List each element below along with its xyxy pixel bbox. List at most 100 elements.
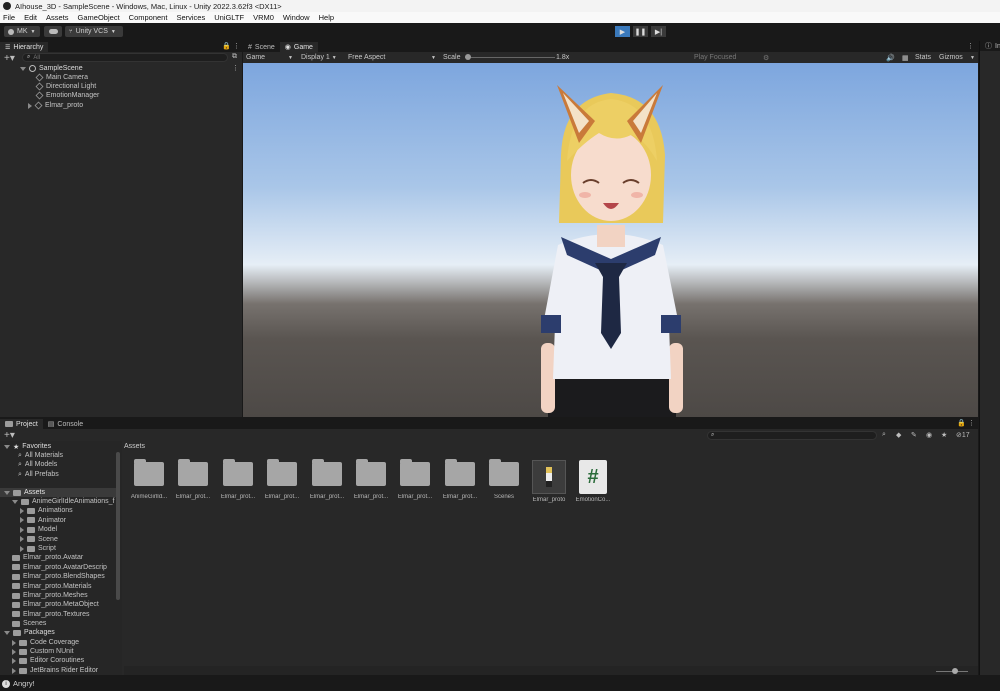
asset-folder[interactable]: AnimeGirlId... xyxy=(127,459,171,500)
tab-game[interactable]: ◉ Game xyxy=(279,42,318,52)
package-item[interactable]: Editor Coroutines xyxy=(12,656,84,665)
package-item[interactable]: Code Coverage xyxy=(12,638,79,647)
expand-arrow-icon[interactable] xyxy=(20,66,26,71)
menu-window[interactable]: Window xyxy=(283,13,310,22)
tab-scene[interactable]: # Scene xyxy=(243,42,280,52)
asset-folder-item[interactable]: Animations xyxy=(20,506,73,515)
star-icon[interactable]: ★ xyxy=(941,431,947,439)
expand-arrow-icon[interactable] xyxy=(4,444,10,449)
package-item[interactable]: Custom NUnit xyxy=(12,647,74,656)
asset-folder[interactable]: Elmar_prot... xyxy=(349,459,393,500)
game-mode-dropdown[interactable]: Game xyxy=(246,54,265,61)
asset-prefab[interactable]: Elmar_proto xyxy=(527,460,571,503)
display-dropdown[interactable]: Display 1 ▼ xyxy=(301,54,337,61)
favorite-item[interactable]: ⌕ All Materials xyxy=(18,451,63,460)
tree-scrollbar[interactable] xyxy=(116,452,120,600)
asset-folder-item[interactable]: Elmar_proto.Materials xyxy=(12,582,91,591)
filter-icon[interactable]: ⧉ xyxy=(232,53,237,61)
asset-folder-item[interactable]: Scene xyxy=(20,535,58,544)
scene-row[interactable]: SampleScene xyxy=(20,64,240,73)
label-filter-icon[interactable]: ◆ xyxy=(896,431,901,439)
tag-icon[interactable]: ✎ xyxy=(911,431,917,439)
account-dropdown[interactable]: MK ▼ xyxy=(4,26,40,37)
expand-arrow-icon[interactable] xyxy=(4,490,10,495)
asset-script[interactable]: # EmotionCo... xyxy=(571,460,615,503)
search-by-type-icon[interactable]: ⌕ xyxy=(882,431,886,439)
asset-folder[interactable]: Elmar_prot... xyxy=(393,459,437,500)
favorite-item[interactable]: ⌕ All Models xyxy=(18,460,57,469)
asset-folder-item[interactable]: Elmar_proto.BlendShapes xyxy=(12,572,105,581)
view-menu-icon[interactable]: ⋮ xyxy=(967,42,974,50)
cloud-button[interactable] xyxy=(44,26,62,37)
menu-services[interactable]: Services xyxy=(176,13,205,22)
expand-arrow-icon[interactable] xyxy=(20,545,24,552)
add-button[interactable]: +▾ xyxy=(4,53,15,64)
asset-folder-item[interactable]: Elmar_proto.Meshes xyxy=(12,591,88,600)
menu-gameobject[interactable]: GameObject xyxy=(78,13,120,22)
vcs-dropdown[interactable]: ⑂ Unity VCS ▼ xyxy=(65,26,123,37)
frame-debugger-icon[interactable]: ▦ xyxy=(902,54,909,62)
lock-icon[interactable]: 🔒 xyxy=(957,419,966,427)
aspect-dropdown[interactable]: Free Aspect xyxy=(348,54,385,61)
hierarchy-search-input[interactable]: ⌕ All xyxy=(22,53,228,62)
asset-folder-item[interactable]: Model xyxy=(20,525,57,534)
status-bar[interactable]: i Angry! xyxy=(0,676,1000,691)
zoom-slider-handle[interactable] xyxy=(952,668,958,674)
tab-project[interactable]: Project xyxy=(0,419,43,429)
audio-icon[interactable]: 🔊 xyxy=(886,54,895,62)
pause-button[interactable]: ❚❚ xyxy=(633,26,648,37)
expand-arrow-icon[interactable] xyxy=(12,499,18,504)
favorites-header[interactable]: ★ Favorites xyxy=(4,442,51,451)
breadcrumb[interactable]: Assets xyxy=(124,443,145,450)
menu-file[interactable]: File xyxy=(3,13,15,22)
menu-assets[interactable]: Assets xyxy=(46,13,69,22)
asset-folder-item[interactable]: AnimeGirlIdleAnimations_f xyxy=(12,497,114,506)
lock-icon[interactable]: 🔒 xyxy=(222,42,231,50)
expand-arrow-icon[interactable] xyxy=(28,102,32,109)
favorite-item[interactable]: ⌕ All Prefabs xyxy=(18,470,59,479)
scale-slider-handle[interactable] xyxy=(465,54,471,60)
menu-vrm0[interactable]: VRM0 xyxy=(253,13,274,22)
menu-help[interactable]: Help xyxy=(319,13,334,22)
scene-menu-icon[interactable]: ⋮ xyxy=(232,64,239,72)
asset-folder-item[interactable]: Scenes xyxy=(12,619,46,628)
hierarchy-item[interactable]: Main Camera xyxy=(35,73,88,82)
hierarchy-item[interactable]: Directional Light xyxy=(35,82,96,91)
asset-folder[interactable]: Elmar_prot... xyxy=(305,459,349,500)
tab-inspector[interactable]: ⓘ In xyxy=(980,41,1000,51)
play-mode-dropdown[interactable]: Play Focused xyxy=(694,54,736,61)
kebab-menu-icon[interactable]: ⋮ xyxy=(233,42,240,50)
expand-arrow-icon[interactable] xyxy=(20,536,24,543)
menu-edit[interactable]: Edit xyxy=(24,13,37,22)
asset-folder-item[interactable]: Elmar_proto.AvatarDescrip xyxy=(12,563,107,572)
expand-arrow-icon[interactable] xyxy=(12,639,16,646)
step-button[interactable]: ▶| xyxy=(651,26,666,37)
expand-arrow-icon[interactable] xyxy=(20,517,24,524)
play-button[interactable]: ▶ xyxy=(615,26,630,37)
kebab-menu-icon[interactable]: ⋮ xyxy=(968,419,975,427)
asset-folder[interactable]: Elmar_prot... xyxy=(438,459,482,500)
play-settings-icon[interactable]: ⚙ xyxy=(763,54,769,62)
expand-arrow-icon[interactable] xyxy=(20,526,24,533)
gizmos-button[interactable]: Gizmos xyxy=(939,54,963,61)
menu-component[interactable]: Component xyxy=(129,13,168,22)
asset-folder[interactable]: Elmar_prot... xyxy=(260,459,304,500)
expand-arrow-icon[interactable] xyxy=(12,648,16,655)
game-view[interactable] xyxy=(243,63,978,417)
expand-arrow-icon[interactable] xyxy=(12,667,16,674)
tab-hierarchy[interactable]: ☰ Hierarchy xyxy=(0,42,49,52)
expand-arrow-icon[interactable] xyxy=(20,507,24,514)
tab-console[interactable]: ▤ Console xyxy=(43,419,88,429)
hierarchy-item[interactable]: Elmar_proto xyxy=(28,101,83,110)
asset-folder[interactable]: Elmar_prot... xyxy=(216,459,260,500)
asset-folder-item[interactable]: Script xyxy=(20,544,56,553)
expand-arrow-icon[interactable] xyxy=(4,630,10,635)
asset-folder[interactable]: Scenes xyxy=(482,459,526,500)
asset-folder-item[interactable]: Animator xyxy=(20,516,66,525)
assets-root[interactable]: Assets xyxy=(0,488,116,497)
project-search-input[interactable]: ⌕ xyxy=(707,431,877,440)
expand-arrow-icon[interactable] xyxy=(12,657,16,664)
menu-unigltf[interactable]: UniGLTF xyxy=(214,13,244,22)
zoom-slider[interactable] xyxy=(936,668,968,674)
asset-folder-item[interactable]: Elmar_proto.MetaObject xyxy=(12,600,99,609)
